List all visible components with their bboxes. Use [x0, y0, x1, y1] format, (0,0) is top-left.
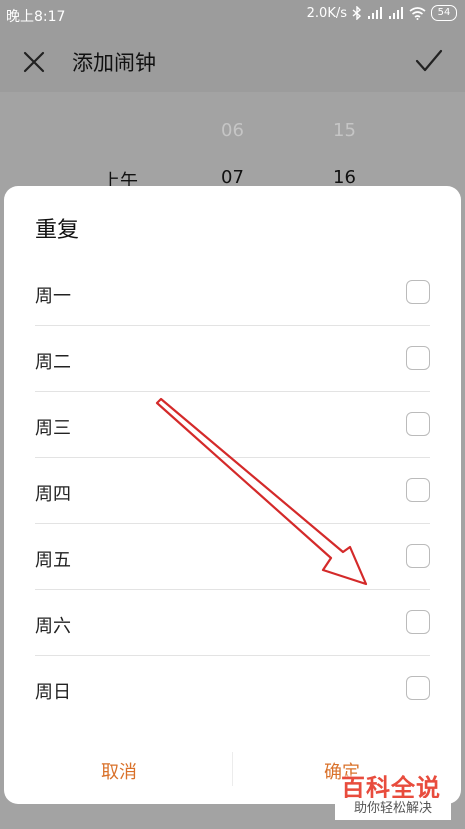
page-title: 添加闹钟: [72, 51, 156, 75]
check-icon[interactable]: [415, 48, 443, 74]
watermark-logo: 百科全说 助你轻松解决: [335, 768, 455, 824]
minute-prev[interactable]: 15: [333, 120, 356, 141]
day-row-tuesday[interactable]: 周二: [35, 326, 430, 392]
day-checkbox[interactable]: [406, 478, 430, 502]
bluetooth-icon: [352, 6, 362, 20]
day-checkbox[interactable]: [406, 280, 430, 304]
cancel-button[interactable]: 取消: [101, 758, 137, 784]
watermark-subtitle: 助你轻松解决: [335, 798, 451, 820]
day-row-friday[interactable]: 周五: [35, 524, 430, 590]
day-label: 周一: [35, 286, 71, 307]
day-checkbox[interactable]: [406, 346, 430, 370]
hour-selected[interactable]: 07: [221, 167, 244, 188]
signal-icon: [389, 7, 403, 19]
day-row-saturday[interactable]: 周六: [35, 590, 430, 656]
hour-prev[interactable]: 06: [221, 120, 244, 141]
day-label: 周五: [35, 550, 71, 571]
day-checkbox[interactable]: [406, 412, 430, 436]
signal-icon: [368, 7, 382, 19]
day-row-sunday[interactable]: 周日: [35, 656, 430, 722]
battery-icon: 54: [431, 5, 457, 21]
minute-selected[interactable]: 16: [333, 167, 356, 188]
day-label: 周日: [35, 682, 71, 703]
footer-divider: [232, 752, 233, 786]
status-icons: 2.0K/s 54: [307, 5, 457, 21]
status-time: 晚上8:17: [6, 9, 66, 25]
dialog-title: 重复: [35, 218, 80, 243]
status-bar: 晚上8:17 2.0K/s 54: [0, 0, 465, 30]
day-row-thursday[interactable]: 周四: [35, 458, 430, 524]
day-row-monday[interactable]: 周一: [35, 260, 430, 326]
header-bar: 添加闹钟: [0, 30, 465, 92]
day-row-wednesday[interactable]: 周三: [35, 392, 430, 458]
day-label: 周三: [35, 418, 71, 439]
day-label: 周六: [35, 616, 71, 637]
day-checkbox[interactable]: [406, 544, 430, 568]
day-label: 周四: [35, 484, 71, 505]
day-label: 周二: [35, 352, 71, 373]
network-speed: 2.0K/s: [306, 5, 347, 21]
wifi-icon: [409, 6, 426, 20]
close-icon[interactable]: [22, 50, 46, 74]
day-checkbox[interactable]: [406, 676, 430, 700]
repeat-dialog: 重复 周一 周二 周三 周四 周五 周六 周日 取消 确定: [4, 186, 461, 804]
day-checkbox[interactable]: [406, 610, 430, 634]
